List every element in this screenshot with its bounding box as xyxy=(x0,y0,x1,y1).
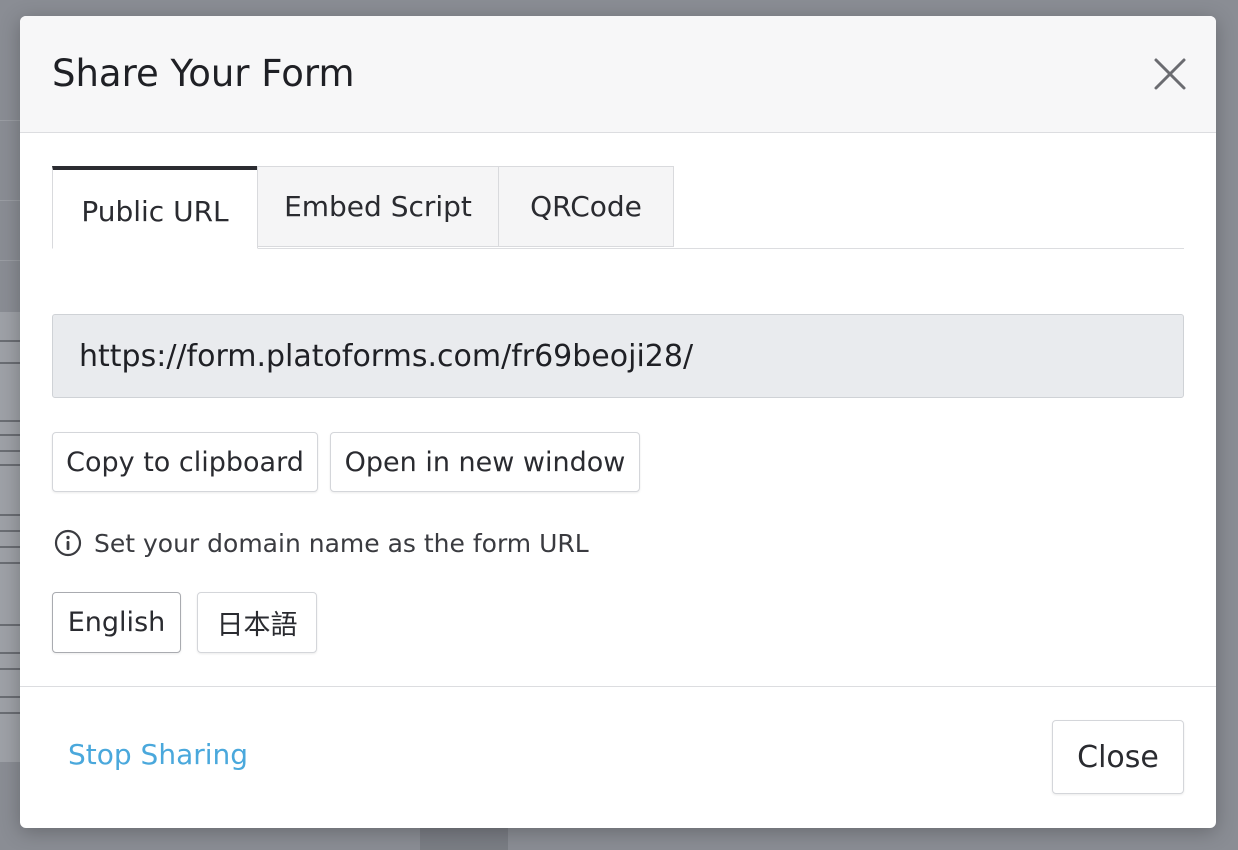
custom-domain-hint[interactable]: Set your domain name as the form URL xyxy=(54,526,589,560)
info-circle-icon xyxy=(54,529,82,557)
tab-embed-script[interactable]: Embed Script xyxy=(257,166,499,247)
share-form-modal: Share Your Form Public URL Embed Script … xyxy=(20,16,1216,828)
background-document xyxy=(0,312,22,762)
copy-to-clipboard-button[interactable]: Copy to clipboard xyxy=(52,432,318,492)
public-url-field[interactable] xyxy=(52,314,1184,398)
language-japanese-button[interactable]: 日本語 xyxy=(197,592,317,653)
background-divider xyxy=(0,120,22,121)
close-button[interactable]: Close xyxy=(1052,720,1184,794)
tab-public-url[interactable]: Public URL xyxy=(52,166,258,249)
stop-sharing-link[interactable]: Stop Sharing xyxy=(68,738,248,771)
share-tabs: Public URL Embed Script QRCode xyxy=(52,166,1184,249)
close-icon[interactable] xyxy=(1150,54,1190,94)
background-block xyxy=(420,828,508,850)
background-divider xyxy=(0,260,22,261)
footer-divider xyxy=(20,686,1216,687)
language-english-button[interactable]: English xyxy=(52,592,181,653)
modal-header: Share Your Form xyxy=(20,16,1216,133)
modal-title: Share Your Form xyxy=(52,52,355,95)
open-in-new-window-button[interactable]: Open in new window xyxy=(330,432,640,492)
custom-domain-hint-text: Set your domain name as the form URL xyxy=(94,528,589,558)
tab-qrcode[interactable]: QRCode xyxy=(498,166,674,247)
background-divider xyxy=(0,200,22,201)
